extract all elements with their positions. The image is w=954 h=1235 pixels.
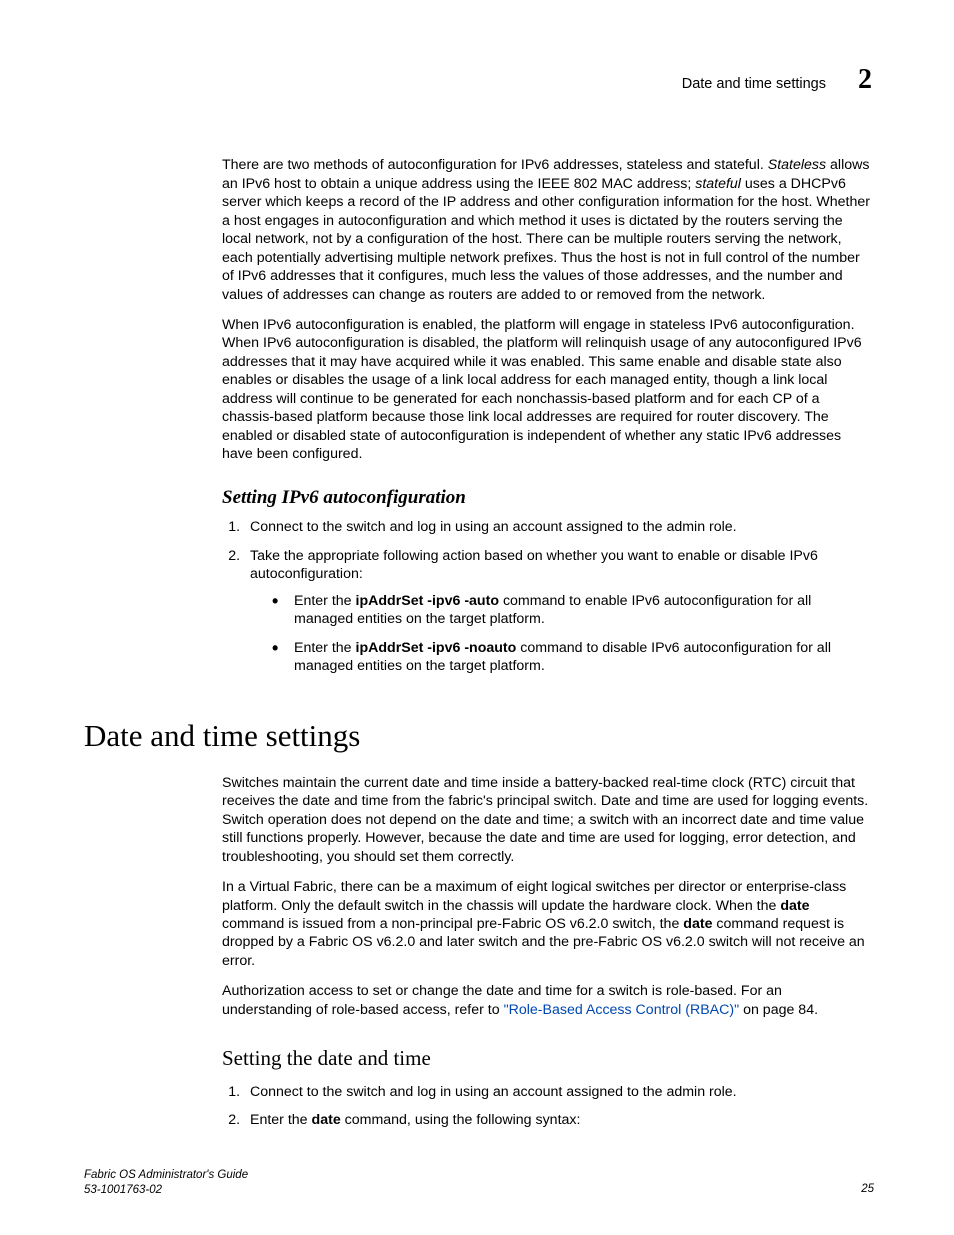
list-item: Take the appropriate following action ba… xyxy=(244,547,874,676)
text: command, using the following syntax: xyxy=(341,1112,581,1128)
bullet-list: Enter the ipAddrSet -ipv6 -auto command … xyxy=(272,592,874,676)
list-item: Enter the ipAddrSet -ipv6 -noauto comman… xyxy=(272,639,874,676)
paragraph: Switches maintain the current date and t… xyxy=(222,774,874,866)
chapter-number: 2 xyxy=(858,62,872,98)
paragraph: Authorization access to set or change th… xyxy=(222,982,874,1019)
text: In a Virtual Fabric, there can be a maxi… xyxy=(222,879,846,913)
text: on page 84. xyxy=(739,1002,818,1018)
paragraph: When IPv6 autoconfiguration is enabled, … xyxy=(222,316,874,464)
running-header-title: Date and time settings xyxy=(682,75,826,94)
text: There are two methods of autoconfigurati… xyxy=(222,157,768,173)
cross-reference-link[interactable]: "Role-Based Access Control (RBAC)" xyxy=(504,1002,740,1018)
command: ipAddrSet -ipv6 -noauto xyxy=(356,640,517,656)
list-item: Connect to the switch and log in using a… xyxy=(244,1083,874,1101)
page: Date and time settings 2 There are two m… xyxy=(0,0,954,1235)
page-footer: Fabric OS Administrator's Guide 53-10017… xyxy=(84,1168,874,1197)
list-item: Enter the ipAddrSet -ipv6 -auto command … xyxy=(272,592,874,629)
list-item: Enter the date command, using the follow… xyxy=(244,1111,874,1129)
text: Take the appropriate following action ba… xyxy=(250,548,818,582)
footer-left: Fabric OS Administrator's Guide 53-10017… xyxy=(84,1168,248,1197)
text: Enter the xyxy=(250,1112,312,1128)
footer-doc-title: Fabric OS Administrator's Guide xyxy=(84,1168,248,1182)
paragraph: There are two methods of autoconfigurati… xyxy=(222,156,874,304)
ordered-list: Connect to the switch and log in using a… xyxy=(222,518,874,675)
paragraph: In a Virtual Fabric, there can be a maxi… xyxy=(222,878,874,970)
command: date xyxy=(780,898,809,914)
text: Enter the xyxy=(294,593,356,609)
text: Connect to the switch and log in using a… xyxy=(250,1084,737,1100)
list-item: Connect to the switch and log in using a… xyxy=(244,518,874,536)
footer-page-number: 25 xyxy=(861,1182,874,1197)
command: date xyxy=(683,916,712,932)
term-stateful: stateful xyxy=(695,176,741,192)
heading-setting-ipv6-autoconfiguration: Setting IPv6 autoconfiguration xyxy=(222,486,874,511)
running-header: Date and time settings 2 xyxy=(84,62,874,98)
heading-setting-the-date-and-time: Setting the date and time xyxy=(222,1045,874,1072)
ordered-list: Connect to the switch and log in using a… xyxy=(222,1083,874,1130)
text: uses a DHCPv6 server which keeps a recor… xyxy=(222,176,870,303)
command: ipAddrSet -ipv6 -auto xyxy=(356,593,499,609)
body-block-1: There are two methods of autoconfigurati… xyxy=(222,156,874,675)
text: Connect to the switch and log in using a… xyxy=(250,519,737,535)
body-block-2: Switches maintain the current date and t… xyxy=(222,774,874,1130)
heading-date-and-time-settings: Date and time settings xyxy=(84,716,874,756)
text: Enter the xyxy=(294,640,356,656)
footer-doc-number: 53-1001763-02 xyxy=(84,1183,248,1197)
command: date xyxy=(312,1112,341,1128)
text: command is issued from a non-principal p… xyxy=(222,916,683,932)
term-stateless: Stateless xyxy=(768,157,826,173)
